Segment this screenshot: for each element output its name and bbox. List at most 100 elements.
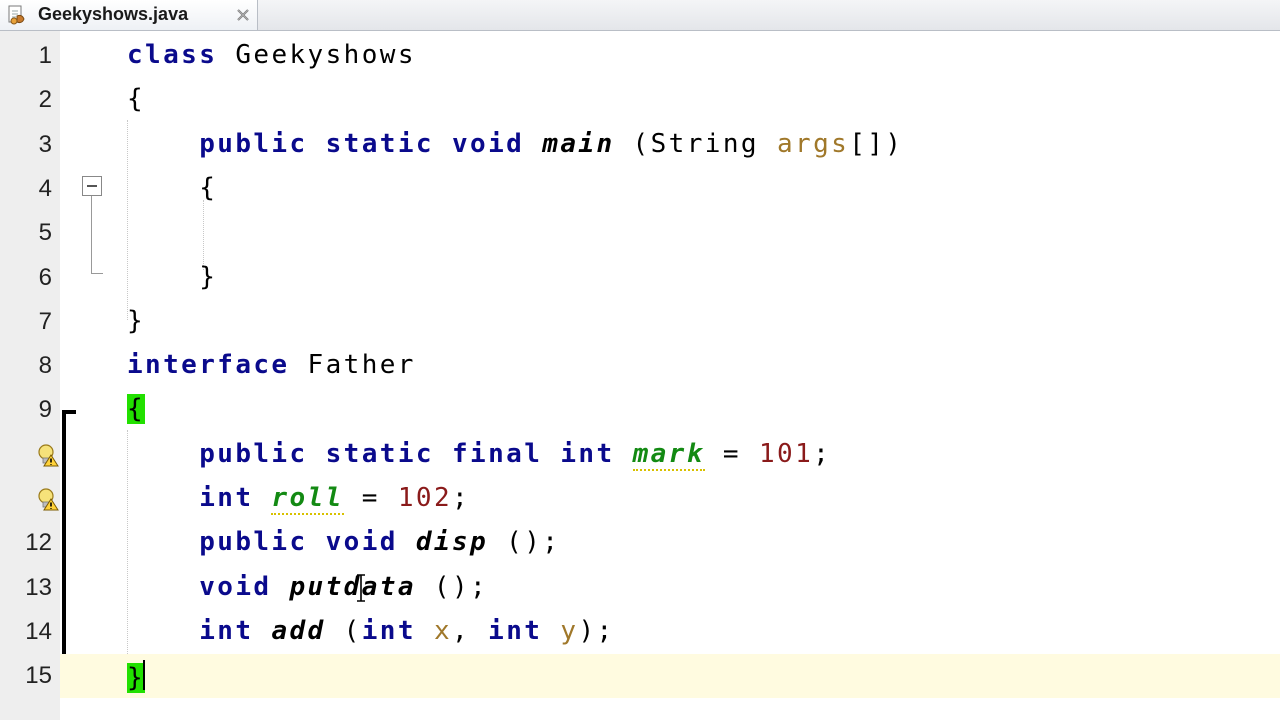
line-number: 5 (38, 219, 52, 247)
code-text: interface Father (127, 350, 416, 380)
code-line[interactable]: 6 } (0, 256, 1280, 300)
code-text: } (127, 306, 145, 336)
code-text: int roll = 102; (127, 483, 471, 515)
tab-title: Geekyshows.java (38, 4, 189, 24)
code-text: } (127, 660, 146, 694)
line-number: 6 (38, 263, 52, 291)
close-icon[interactable] (236, 8, 250, 22)
code-line[interactable]: public static final int mark = 101; (0, 433, 1280, 477)
code-token: (String (614, 128, 777, 159)
code-token: 102 (397, 483, 453, 513)
java-file-icon (8, 5, 25, 25)
keyword-token: int (488, 615, 543, 646)
code-line[interactable]: 1 class Geekyshows (0, 34, 1280, 78)
code-token: roll (271, 483, 344, 515)
warning-bulb-icon[interactable] (36, 443, 60, 467)
line-number: 1 (38, 42, 52, 69)
keyword-token: int (560, 438, 615, 469)
keyword-token: void (199, 571, 272, 602)
code-token: add (271, 615, 326, 646)
keyword-token: void (452, 128, 525, 159)
code-line[interactable]: 4 { (0, 167, 1280, 211)
keyword-token: interface (127, 350, 290, 381)
code-token: } (127, 261, 218, 292)
line-number: 8 (38, 352, 52, 380)
code-line[interactable]: int roll = 102; (0, 477, 1280, 521)
code-text: public void disp (); (127, 527, 560, 557)
code-text: public static final int mark = 101; (127, 438, 832, 471)
code-text: { (127, 173, 217, 203)
line-number: 14 (25, 617, 52, 645)
code-line[interactable]: 7} (0, 300, 1280, 344)
keyword-token: static (325, 438, 434, 469)
keyword-token: class (127, 40, 218, 70)
code-token: main (542, 128, 615, 159)
keyword-token: int (199, 483, 254, 513)
code-line[interactable]: 2{ (0, 78, 1280, 122)
code-token: , (452, 615, 489, 646)
tab-geekyshows-java[interactable]: Geekyshows.java (0, 0, 258, 30)
line-number: 15 (25, 662, 52, 690)
code-line[interactable]: 5 (0, 211, 1280, 255)
keyword-token: static (325, 128, 434, 159)
warning-bulb-icon[interactable] (36, 487, 60, 511)
code-token: } (127, 305, 146, 336)
code-token: ; (813, 438, 832, 469)
keyword-token: int (361, 615, 416, 646)
line-number: 7 (38, 307, 52, 335)
code-token: y (560, 615, 579, 646)
code-line[interactable]: 15} (0, 654, 1280, 699)
code-token: mark (632, 438, 705, 471)
code-text: { (127, 394, 146, 425)
keyword-token: public (199, 438, 308, 469)
code-line[interactable]: 13 void putdata (); (0, 566, 1280, 610)
line-number: 3 (38, 130, 52, 158)
keyword-token: public (199, 527, 308, 558)
code-line[interactable]: 3 public static void main (String args[]… (0, 123, 1280, 167)
keyword-token: int (199, 615, 254, 646)
code-line[interactable]: 12 public void disp (); (0, 521, 1280, 565)
code-text: int add (int x, int y); (127, 616, 615, 646)
code-text: } (127, 262, 217, 292)
code-token: args (776, 128, 850, 159)
code-text: class Geekyshows (127, 40, 416, 70)
code-line[interactable]: 14 int add (int x, int y); (0, 610, 1280, 654)
code-token: ; (452, 483, 471, 513)
code-line[interactable]: 9{ (0, 388, 1280, 432)
code-token: Father (289, 350, 416, 381)
text-cursor-icon (357, 574, 365, 602)
code-token: []) (849, 128, 904, 159)
line-number: 13 (25, 573, 52, 601)
line-number: 2 (38, 86, 52, 114)
keyword-token: public (199, 128, 308, 159)
code-token: 101 (758, 438, 814, 469)
editor-tab-bar: Geekyshows.java (0, 0, 1280, 31)
line-number: 12 (25, 529, 52, 557)
code-token: x (433, 615, 453, 646)
code-token: Geekyshows (217, 40, 416, 70)
code-token: = (704, 438, 759, 469)
code-token: { (127, 84, 146, 115)
code-token: disp (415, 527, 489, 558)
current-line-highlight (60, 654, 1280, 699)
code-line[interactable]: 8 interface Father (0, 344, 1280, 388)
